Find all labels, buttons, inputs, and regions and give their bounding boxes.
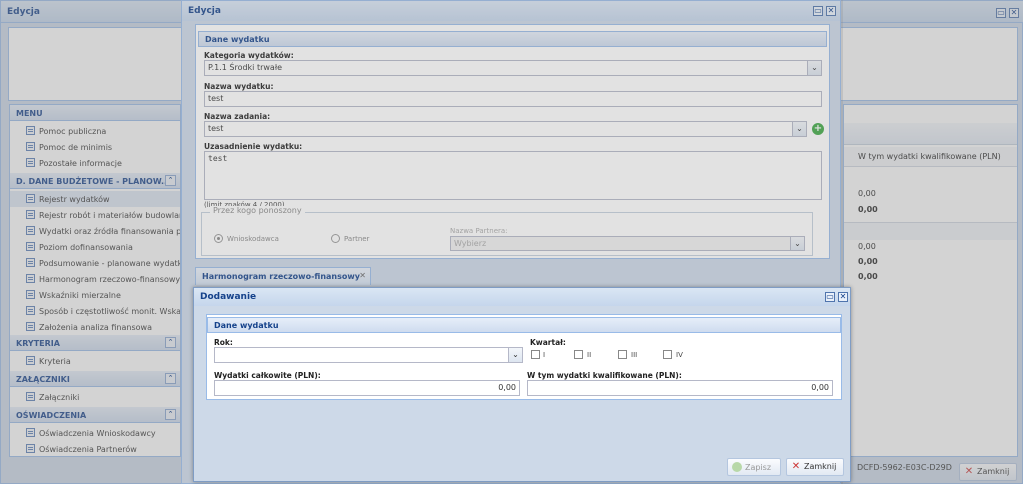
dodawanie-form: Dane wydatku Rok: ⌄ Kwartał: I II III IV…: [206, 314, 842, 400]
close-button[interactable]: ✕ Zamknij: [786, 458, 844, 476]
quarter-label-iii: III: [631, 351, 638, 359]
eligible-label: W tym wydatki kwalifikowane (PLN):: [527, 371, 682, 380]
year-select[interactable]: ⌄: [214, 347, 523, 363]
quarter-label-i: I: [543, 351, 546, 359]
quarter-label-ii: II: [587, 351, 592, 359]
save-icon: [732, 462, 742, 472]
restore-icon[interactable]: ▭: [825, 292, 835, 302]
quarter-checkbox-iii[interactable]: [618, 350, 627, 359]
quarter-label-iv: IV: [676, 351, 683, 359]
quarter-label: Kwartał:: [530, 338, 566, 347]
chevron-down-icon[interactable]: ⌄: [508, 348, 522, 362]
quarter-checkbox-ii[interactable]: [574, 350, 583, 359]
close-icon[interactable]: ✕: [838, 292, 848, 302]
total-input[interactable]: 0,00: [214, 380, 520, 396]
eligible-input[interactable]: 0,00: [527, 380, 833, 396]
dodawanie-dialog-title: Dodawanie: [194, 288, 850, 306]
dodawanie-dialog: Dodawanie ▭ ✕ Dane wydatku Rok: ⌄ Kwarta…: [193, 287, 851, 482]
save-button[interactable]: Zapisz: [727, 458, 781, 476]
section-header: Dane wydatku: [207, 317, 841, 333]
year-label: Rok:: [214, 338, 233, 347]
total-label: Wydatki całkowite (PLN):: [214, 371, 321, 380]
quarter-checkbox-iv[interactable]: [663, 350, 672, 359]
close-icon: ✕: [791, 461, 801, 472]
quarter-checkbox-i[interactable]: [531, 350, 540, 359]
